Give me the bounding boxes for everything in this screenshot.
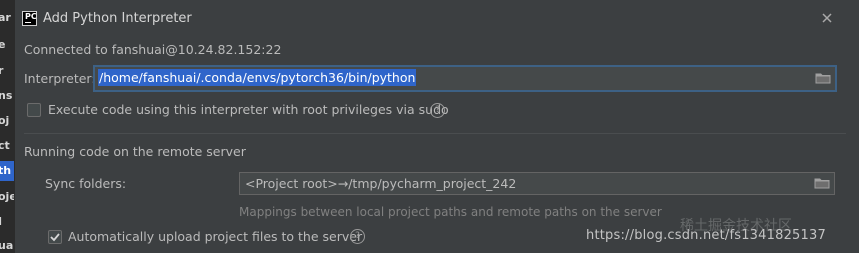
auto-upload-label: Automatically upload project files to th… — [68, 229, 363, 244]
background-fragment: ar — [0, 11, 11, 24]
section-divider — [24, 133, 846, 134]
help-icon[interactable]: ? — [430, 103, 445, 118]
background-fragment: oj — [0, 114, 10, 127]
interpreter-label: Interpreter: — [24, 71, 96, 86]
sync-folders-field[interactable]: <Project root>→/tmp/pycharm_project_242 — [239, 172, 835, 195]
title-bar: PC Add Python Interpreter — [15, 0, 859, 38]
help-icon[interactable]: ? — [350, 229, 365, 244]
sync-folders-label: Sync folders: — [45, 176, 127, 191]
sudo-option-label: Execute code using this interpreter with… — [48, 102, 449, 117]
folder-icon[interactable] — [814, 177, 830, 189]
auto-upload-checkbox[interactable] — [48, 230, 62, 244]
background-fragment: I — [0, 215, 3, 228]
remote-section-title: Running code on the remote server — [24, 144, 246, 159]
sync-folders-value: <Project root>→/tmp/pycharm_project_242 — [245, 176, 517, 191]
sync-folders-hint: Mappings between local project paths and… — [239, 205, 662, 219]
background-fragment: e — [0, 38, 6, 51]
background-fragment: ua — [0, 239, 14, 252]
background-fragment: r — [0, 64, 4, 77]
background-fragment: ns — [0, 89, 13, 102]
watermark-back-text: 稀土掘金技术社区 — [680, 218, 792, 234]
close-icon[interactable] — [820, 11, 834, 25]
background-fragment: ct — [0, 139, 10, 152]
pycharm-icon: PC — [22, 11, 37, 26]
folder-icon[interactable] — [815, 72, 831, 84]
checkmark-icon — [50, 233, 60, 242]
dialog-title: Add Python Interpreter — [43, 11, 192, 26]
background-fragment: oje — [0, 190, 14, 203]
background-fragment: th — [0, 161, 14, 181]
connection-status: Connected to fanshuai@10.24.82.152:22 — [24, 42, 282, 57]
interpreter-path-value: /home/fanshuai/.conda/envs/pytorch36/bin… — [98, 69, 417, 86]
background-ide-panel: ar e r ns oj ct th oje I ua — [0, 0, 14, 253]
interpreter-path-field[interactable]: /home/fanshuai/.conda/envs/pytorch36/bin… — [93, 65, 837, 92]
sudo-checkbox[interactable] — [27, 103, 41, 117]
